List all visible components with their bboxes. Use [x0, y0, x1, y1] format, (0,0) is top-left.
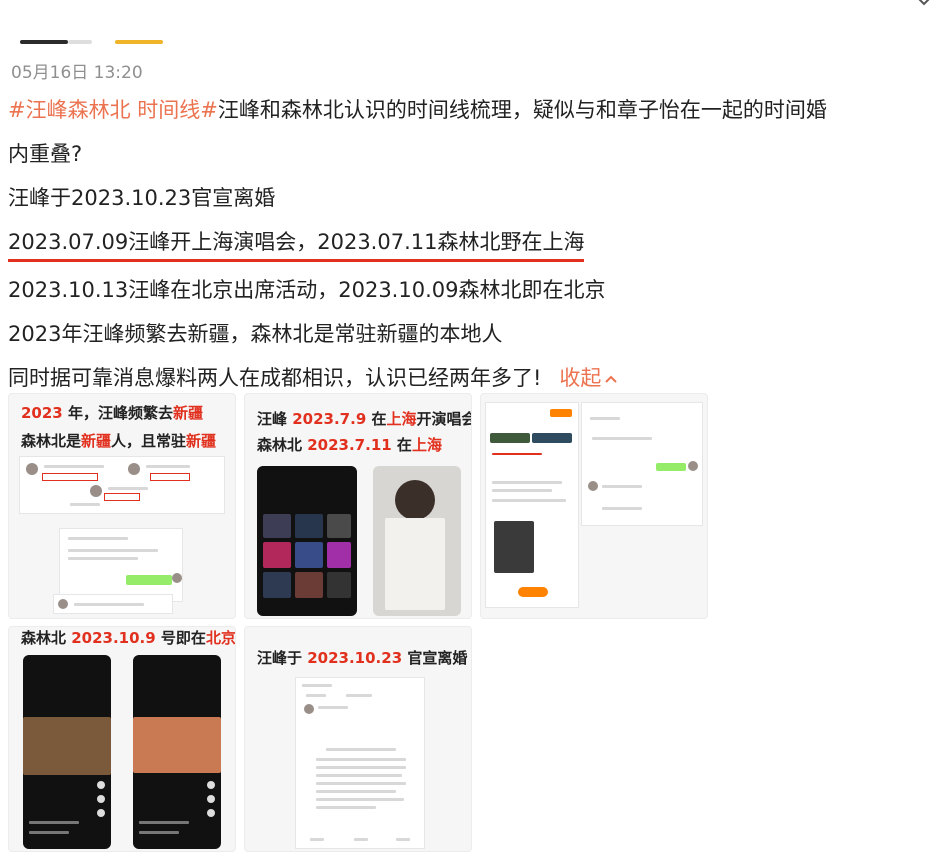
- highlight-box: [150, 473, 190, 481]
- post-line-4: 2023.07.09汪峰开上海演唱会，2023.07.11森林北野在上海: [8, 220, 933, 268]
- phone-screenshot: [133, 655, 221, 849]
- image-caption: 汪峰 2023.7.9 在上海开演唱会: [257, 410, 472, 428]
- post-line-5: 2023.10.13汪峰在北京出席活动，2023.10.09森林北即在北京: [8, 278, 606, 302]
- image-caption: 2023 年，汪峰频繁去新疆: [21, 404, 203, 422]
- screenshot-card: [53, 594, 173, 614]
- underlined-text: 2023.07.09汪峰开上海演唱会，2023.07.11森林北野在上海: [8, 225, 585, 262]
- tab-indicator-active[interactable]: [20, 40, 68, 44]
- screenshot-card: [581, 402, 703, 526]
- collapse-label: 收起: [559, 366, 602, 390]
- post-text: 同时据可靠消息爆料两人在成都相识，认识已经两年多了!: [8, 366, 542, 390]
- post-body: #汪峰森林北 时间线#汪峰和森林北认识的时间线梳理，疑似与和章子怡在一起的时间婚…: [8, 88, 933, 400]
- image-caption: 汪峰于 2023.10.23 官宣离婚: [257, 649, 468, 667]
- highlight-box: [104, 493, 140, 501]
- image-thumbnail-3[interactable]: [480, 393, 708, 619]
- tab-indicator-accent[interactable]: [115, 40, 163, 44]
- screenshot-card: [485, 402, 579, 608]
- screenshot-card: [19, 456, 225, 514]
- image-thumbnail-5[interactable]: 汪峰于 2023.10.23 官宣离婚: [244, 626, 472, 852]
- image-thumbnail-1[interactable]: 2023 年，汪峰频繁去新疆 森林北是新疆人，且常驻新疆: [8, 393, 236, 619]
- image-caption: 森林北 2023.10.9 号即在北京: [21, 629, 236, 647]
- chevron-down-icon[interactable]: [912, 0, 936, 10]
- avatar: [90, 485, 102, 497]
- chevron-up-icon: [605, 375, 618, 383]
- post-line-2: 内重叠?: [8, 142, 83, 166]
- phone-screenshot: [373, 466, 461, 616]
- tab-indicator-track: [68, 40, 92, 44]
- phone-screenshot: [257, 466, 357, 616]
- phone-screenshot: [23, 655, 111, 849]
- image-thumbnail-4[interactable]: 森林北 2023.10.9 号即在北京: [8, 626, 236, 852]
- tab-indicators: [20, 40, 180, 44]
- collapse-button[interactable]: 收起: [559, 366, 618, 390]
- post-line-3: 汪峰于2023.10.23官宣离婚: [8, 186, 276, 210]
- image-caption: 森林北 2023.7.11 在上海: [257, 436, 442, 454]
- image-caption: 森林北是新疆人，且常驻新疆: [21, 432, 217, 450]
- screenshot-card: [295, 677, 425, 849]
- topic-link[interactable]: #汪峰森林北 时间线#: [8, 98, 218, 122]
- post-text: 汪峰和森林北认识的时间线梳理，疑似与和章子怡在一起的时间婚: [217, 98, 827, 122]
- avatar: [26, 463, 38, 475]
- image-thumbnail-2[interactable]: 汪峰 2023.7.9 在上海开演唱会 森林北 2023.7.11 在上海: [244, 393, 472, 619]
- avatar: [128, 463, 140, 475]
- post-line-1: #汪峰森林北 时间线#汪峰和森林北认识的时间线梳理，疑似与和章子怡在一起的时间婚: [8, 88, 933, 132]
- screenshot-card: [59, 528, 183, 602]
- highlight-box: [42, 473, 98, 481]
- post-line-6: 2023年汪峰频繁去新疆，森林北是常驻新疆的本地人: [8, 322, 503, 346]
- post-timestamp: 05月16日 13:20: [11, 63, 143, 83]
